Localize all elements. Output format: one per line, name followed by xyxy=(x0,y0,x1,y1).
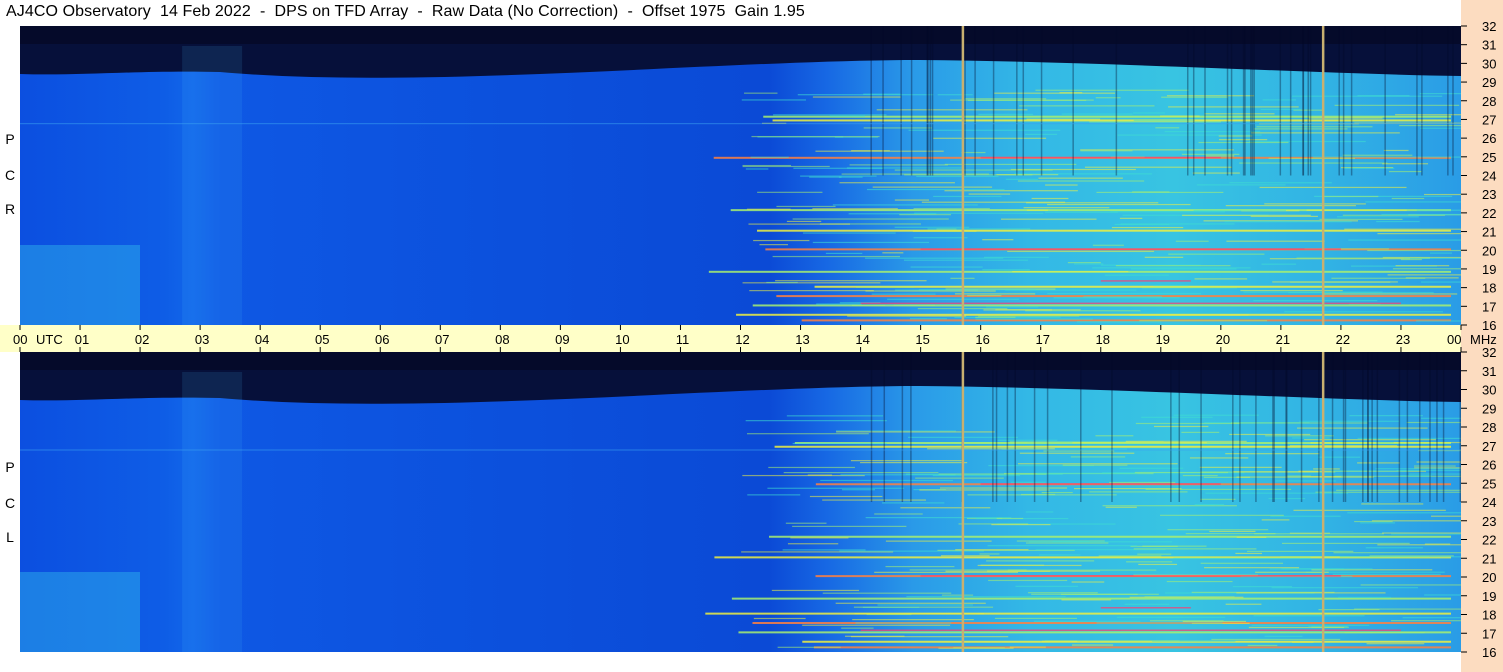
rcp-freq-tick-label: 24 xyxy=(1482,169,1496,184)
lcp-freq-tick-label: 16 xyxy=(1482,645,1496,660)
rcp-freq-tick-label: 27 xyxy=(1482,112,1496,127)
lcp-freq-tick-label: 18 xyxy=(1482,608,1496,623)
lcp-freq-tick-label: 22 xyxy=(1482,533,1496,548)
rcp-freq-tick-label: 26 xyxy=(1482,131,1496,146)
time-tick-label: 16 xyxy=(975,332,989,347)
time-tick-label: 10 xyxy=(615,332,629,347)
rcp-freq-tick-label: 22 xyxy=(1482,206,1496,221)
lcp-freq-tick-label: 26 xyxy=(1482,458,1496,473)
rcp-freq-tick-label: 21 xyxy=(1482,225,1496,240)
time-unit-label: UTC xyxy=(36,332,63,347)
rcp-freq-tick-label: 20 xyxy=(1482,243,1496,258)
spectrogram-figure: AJ4CO Observatory 14 Feb 2022 - DPS on T… xyxy=(0,0,1503,672)
lcp-freq-tick-label: 21 xyxy=(1482,551,1496,566)
time-tick-label: 19 xyxy=(1156,332,1170,347)
time-tick-label: 14 xyxy=(855,332,869,347)
time-tick-label: 04 xyxy=(255,332,269,347)
rcp-freq-tick-label: 30 xyxy=(1482,56,1496,71)
rcp-freq-tick-label: 32 xyxy=(1482,19,1496,34)
rcp-freq-tick-label: 31 xyxy=(1482,38,1496,53)
time-tick-label: 07 xyxy=(435,332,449,347)
time-tick-label: 00 xyxy=(13,332,27,347)
rcp-freq-tick-label: 28 xyxy=(1482,94,1496,109)
lcp-freq-tick-label: 31 xyxy=(1482,364,1496,379)
rcp-freq-tick-label: 18 xyxy=(1482,281,1496,296)
time-tick-label: 20 xyxy=(1216,332,1230,347)
time-tick-label: 01 xyxy=(75,332,89,347)
lcp-freq-tick-label: 20 xyxy=(1482,570,1496,585)
lcp-freq-tick-label: 24 xyxy=(1482,495,1496,510)
lcp-freq-tick-label: 28 xyxy=(1482,420,1496,435)
time-tick-label: 09 xyxy=(555,332,569,347)
time-tick-label: 21 xyxy=(1276,332,1290,347)
time-tick-label: 03 xyxy=(195,332,209,347)
lcp-freq-tick-label: 19 xyxy=(1482,589,1496,604)
time-tick-label: 11 xyxy=(676,332,690,347)
lcp-freq-tick-label: 29 xyxy=(1482,401,1496,416)
time-tick-label: 12 xyxy=(735,332,749,347)
time-tick-label: 17 xyxy=(1035,332,1049,347)
lcp-freq-tick-label: 17 xyxy=(1482,626,1496,641)
time-tick-label: 06 xyxy=(375,332,389,347)
time-tick-label: 08 xyxy=(495,332,509,347)
lcp-freq-tick-label: 32 xyxy=(1482,345,1496,360)
time-tick-label: 22 xyxy=(1336,332,1350,347)
rcp-freq-tick-label: 25 xyxy=(1482,150,1496,165)
time-tick-label: 05 xyxy=(315,332,329,347)
rcp-freq-tick-label: 17 xyxy=(1482,299,1496,314)
lcp-freq-tick-label: 25 xyxy=(1482,476,1496,491)
lcp-freq-tick-label: 30 xyxy=(1482,383,1496,398)
rcp-freq-tick-label: 19 xyxy=(1482,262,1496,277)
rcp-freq-tick-label: 16 xyxy=(1482,318,1496,333)
axes-overlay: 00 01 02 03 04 05 06 07 08 09 10 11 12 13 14 15 16 17 18 19… xyxy=(13,19,1497,660)
time-tick-label: 18 xyxy=(1096,332,1110,347)
time-tick-label: 13 xyxy=(795,332,809,347)
time-tick-label: 02 xyxy=(135,332,149,347)
lcp-freq-tick-label: 27 xyxy=(1482,439,1496,454)
time-tick-label: 00 xyxy=(1447,332,1461,347)
rcp-freq-tick-label: 23 xyxy=(1482,187,1496,202)
time-tick-label: 23 xyxy=(1396,332,1410,347)
lcp-freq-tick-label: 23 xyxy=(1482,514,1496,529)
time-tick-label: 15 xyxy=(915,332,929,347)
rcp-freq-tick-label: 29 xyxy=(1482,75,1496,90)
